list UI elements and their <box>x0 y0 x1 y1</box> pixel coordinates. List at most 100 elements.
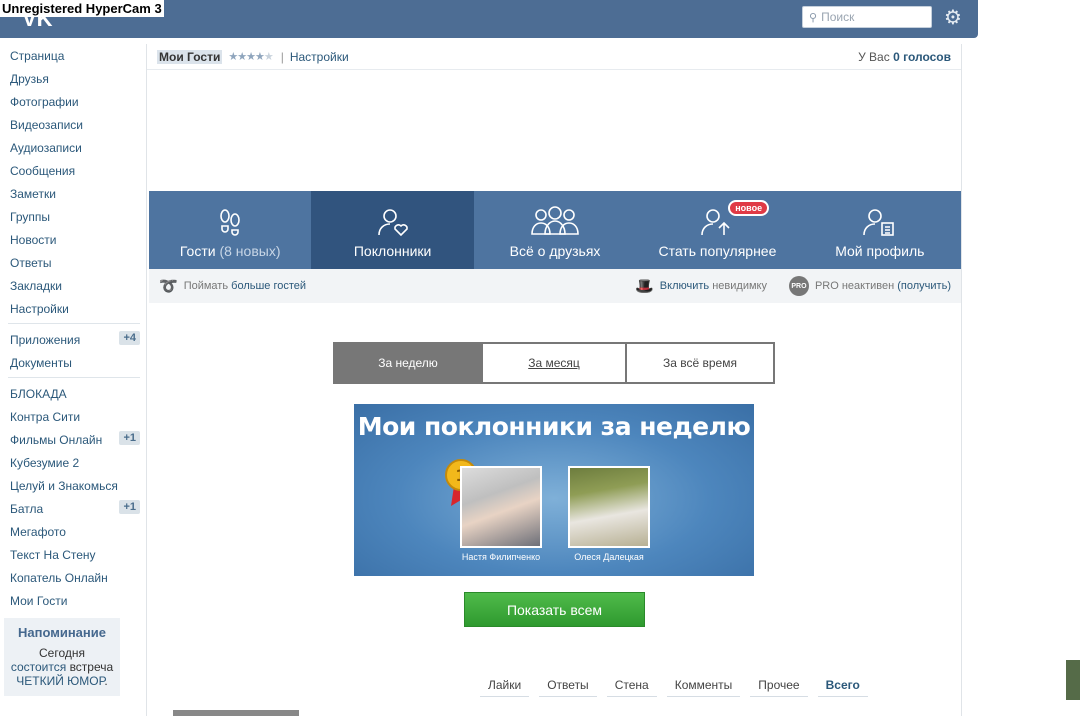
sidebar-item[interactable]: Закладки <box>0 274 146 297</box>
sidebar-item-label: Фильмы Онлайн <box>10 432 103 447</box>
sidebar-item-label: Батла <box>10 501 44 516</box>
star-icon: ★ <box>237 51 247 63</box>
sidebar-item-count: +4 <box>119 331 140 345</box>
enable-invisible-link[interactable]: Включить <box>660 280 709 292</box>
sidebar-item-label: Группы <box>10 209 50 224</box>
app-settings-link[interactable]: Настройки <box>290 50 349 64</box>
search-input[interactable]: ⚲ Поиск <box>802 6 932 28</box>
votes-balance: У Вас 0 голосов <box>858 50 951 64</box>
votes-prefix: У Вас <box>858 49 890 64</box>
sidebar-item[interactable]: Копатель Онлайн <box>0 566 146 589</box>
votes-count: 0 <box>893 49 900 64</box>
app-header: Мои Гости ★★★★★ | Настройки У Вас 0 голо… <box>147 44 961 70</box>
fan-name[interactable]: Настя Филипченко <box>460 552 542 562</box>
sidebar-item[interactable]: Целуй и Знакомься <box>0 474 146 497</box>
star-icon: ★ <box>254 51 265 63</box>
sidebar-item-label: Страница <box>10 48 65 63</box>
sidebar-item[interactable]: Ответы <box>0 251 146 274</box>
period-all-time[interactable]: За всё время <box>627 344 773 382</box>
sidebar-item[interactable]: Настройки <box>0 297 146 320</box>
app-content: Мои Гости ★★★★★ | Настройки У Вас 0 голо… <box>146 44 962 716</box>
app-title[interactable]: Мои Гости <box>157 49 223 64</box>
show-to-all-button[interactable]: Показать всем <box>464 592 645 627</box>
app-nav-tabs: Гости (8 новых) Поклонники Всё о друзьях… <box>149 191 961 269</box>
user-heart-icon <box>377 209 408 237</box>
sidebar-item[interactable]: Мои Гости <box>0 589 146 612</box>
divider: | <box>280 49 284 64</box>
sidebar-item[interactable]: Текст На Стену <box>0 543 146 566</box>
star-icon: ★ <box>263 51 274 63</box>
user-card-icon <box>863 209 894 236</box>
sidebar-item-count: +1 <box>119 431 140 445</box>
period-week[interactable]: За неделю <box>335 344 481 382</box>
sidebar-item[interactable]: Документы <box>0 351 146 374</box>
star-icon: ★ <box>228 51 238 63</box>
stats-tabs: Лайки Ответы Стена Комменты Прочее Всего <box>480 674 878 697</box>
new-badge: новое <box>728 200 770 216</box>
fan-photo[interactable] <box>460 466 542 548</box>
gear-icon[interactable]: ⚙ <box>942 6 964 28</box>
sidebar-item[interactable]: Страница <box>0 44 146 67</box>
period-switcher: За неделю За месяц За всё время <box>333 342 775 384</box>
reminder-link[interactable]: состоится <box>11 660 66 674</box>
rating-stars: ★★★★★ <box>228 50 274 63</box>
stats-tab[interactable]: Всего <box>817 674 868 697</box>
tab-label: Стать популярнее <box>658 243 777 259</box>
invisible-text: невидимку <box>712 280 767 292</box>
fan-photo[interactable] <box>568 466 650 548</box>
stats-tab[interactable]: Стена <box>606 674 657 697</box>
sidebar-item[interactable]: Приложения +4 <box>0 328 146 351</box>
sidebar-item[interactable]: Новости <box>0 228 146 251</box>
sidebar-item[interactable]: Фотографии <box>0 90 146 113</box>
sidebar-item[interactable]: Заметки <box>0 182 146 205</box>
stats-tab[interactable]: Лайки <box>480 674 530 697</box>
catch-text: Поймать <box>183 280 229 292</box>
sidebar-item[interactable]: Батла +1 <box>0 497 146 520</box>
sidebar-item[interactable]: Контра Сити <box>0 405 146 428</box>
sidebar-item[interactable]: Аудиозаписи <box>0 136 146 159</box>
stats-tab[interactable]: Прочее <box>750 674 808 697</box>
sidebar-item[interactable]: Мегафото <box>0 520 146 543</box>
partial-image <box>173 710 299 716</box>
catch-more-guests-link[interactable]: больше гостей <box>231 280 306 292</box>
sidebar-item-label: Закладки <box>10 278 62 293</box>
sidebar-item[interactable]: Группы <box>0 205 146 228</box>
reminder-text-part: Сегодня <box>39 646 85 660</box>
guests-toolbar: ➰ Поймать больше гостей 🎩 Включить невид… <box>149 269 961 303</box>
sidebar-item-label: Видеозаписи <box>10 117 84 132</box>
get-pro-link[interactable]: (получить) <box>897 280 951 292</box>
tab-become-popular[interactable]: новое Стать популярнее <box>636 191 798 269</box>
sidebar-item[interactable]: Кубезумие 2 <box>0 451 146 474</box>
period-month[interactable]: За месяц <box>481 344 627 382</box>
star-icon: ★ <box>246 51 256 63</box>
tab-guests[interactable]: Гости (8 новых) <box>149 191 311 269</box>
sidebar-item-label: Настройки <box>10 301 69 316</box>
tab-my-profile[interactable]: Мой профиль <box>799 191 961 269</box>
sidebar-item-label: Мои Гости <box>10 593 68 608</box>
sidebar-item-label: Новости <box>10 232 57 247</box>
reminder-event-link[interactable]: ЧЕТКИЙ ЮМОР <box>16 674 104 688</box>
pro-status: PRO неактивен <box>814 280 895 292</box>
sidebar-item[interactable]: Друзья <box>0 67 146 90</box>
sidebar-item-label: Ответы <box>10 255 52 270</box>
tab-new-count: (8 новых) <box>219 243 281 259</box>
sidebar-item[interactable]: Сообщения <box>0 159 146 182</box>
tab-label: Поклонники <box>353 243 432 259</box>
reminder-text-part: встреча <box>69 660 114 674</box>
sidebar-divider <box>8 377 140 378</box>
tab-about-friends[interactable]: Всё о друзьях <box>474 191 636 269</box>
incognito-hat-icon: 🎩 <box>635 278 654 295</box>
fan-card[interactable]: Настя Филипченко <box>460 466 542 562</box>
tab-fans[interactable]: Поклонники <box>311 191 474 269</box>
stats-tab[interactable]: Комменты <box>666 674 741 697</box>
sidebar-item-label: Друзья <box>10 71 49 86</box>
stats-tab[interactable]: Ответы <box>539 674 597 697</box>
sidebar-item[interactable]: БЛОКАДА <box>0 382 146 405</box>
sidebar-item[interactable]: Видеозаписи <box>0 113 146 136</box>
sidebar-item[interactable]: Фильмы Онлайн +1 <box>0 428 146 451</box>
sidebar-item-label: Кубезумие 2 <box>10 455 80 470</box>
fan-card[interactable]: Олеся Далецкая <box>568 466 650 562</box>
footprints-icon <box>220 209 241 236</box>
sidebar-item-label: Копатель Онлайн <box>10 570 108 585</box>
fan-name[interactable]: Олеся Далецкая <box>568 552 650 562</box>
